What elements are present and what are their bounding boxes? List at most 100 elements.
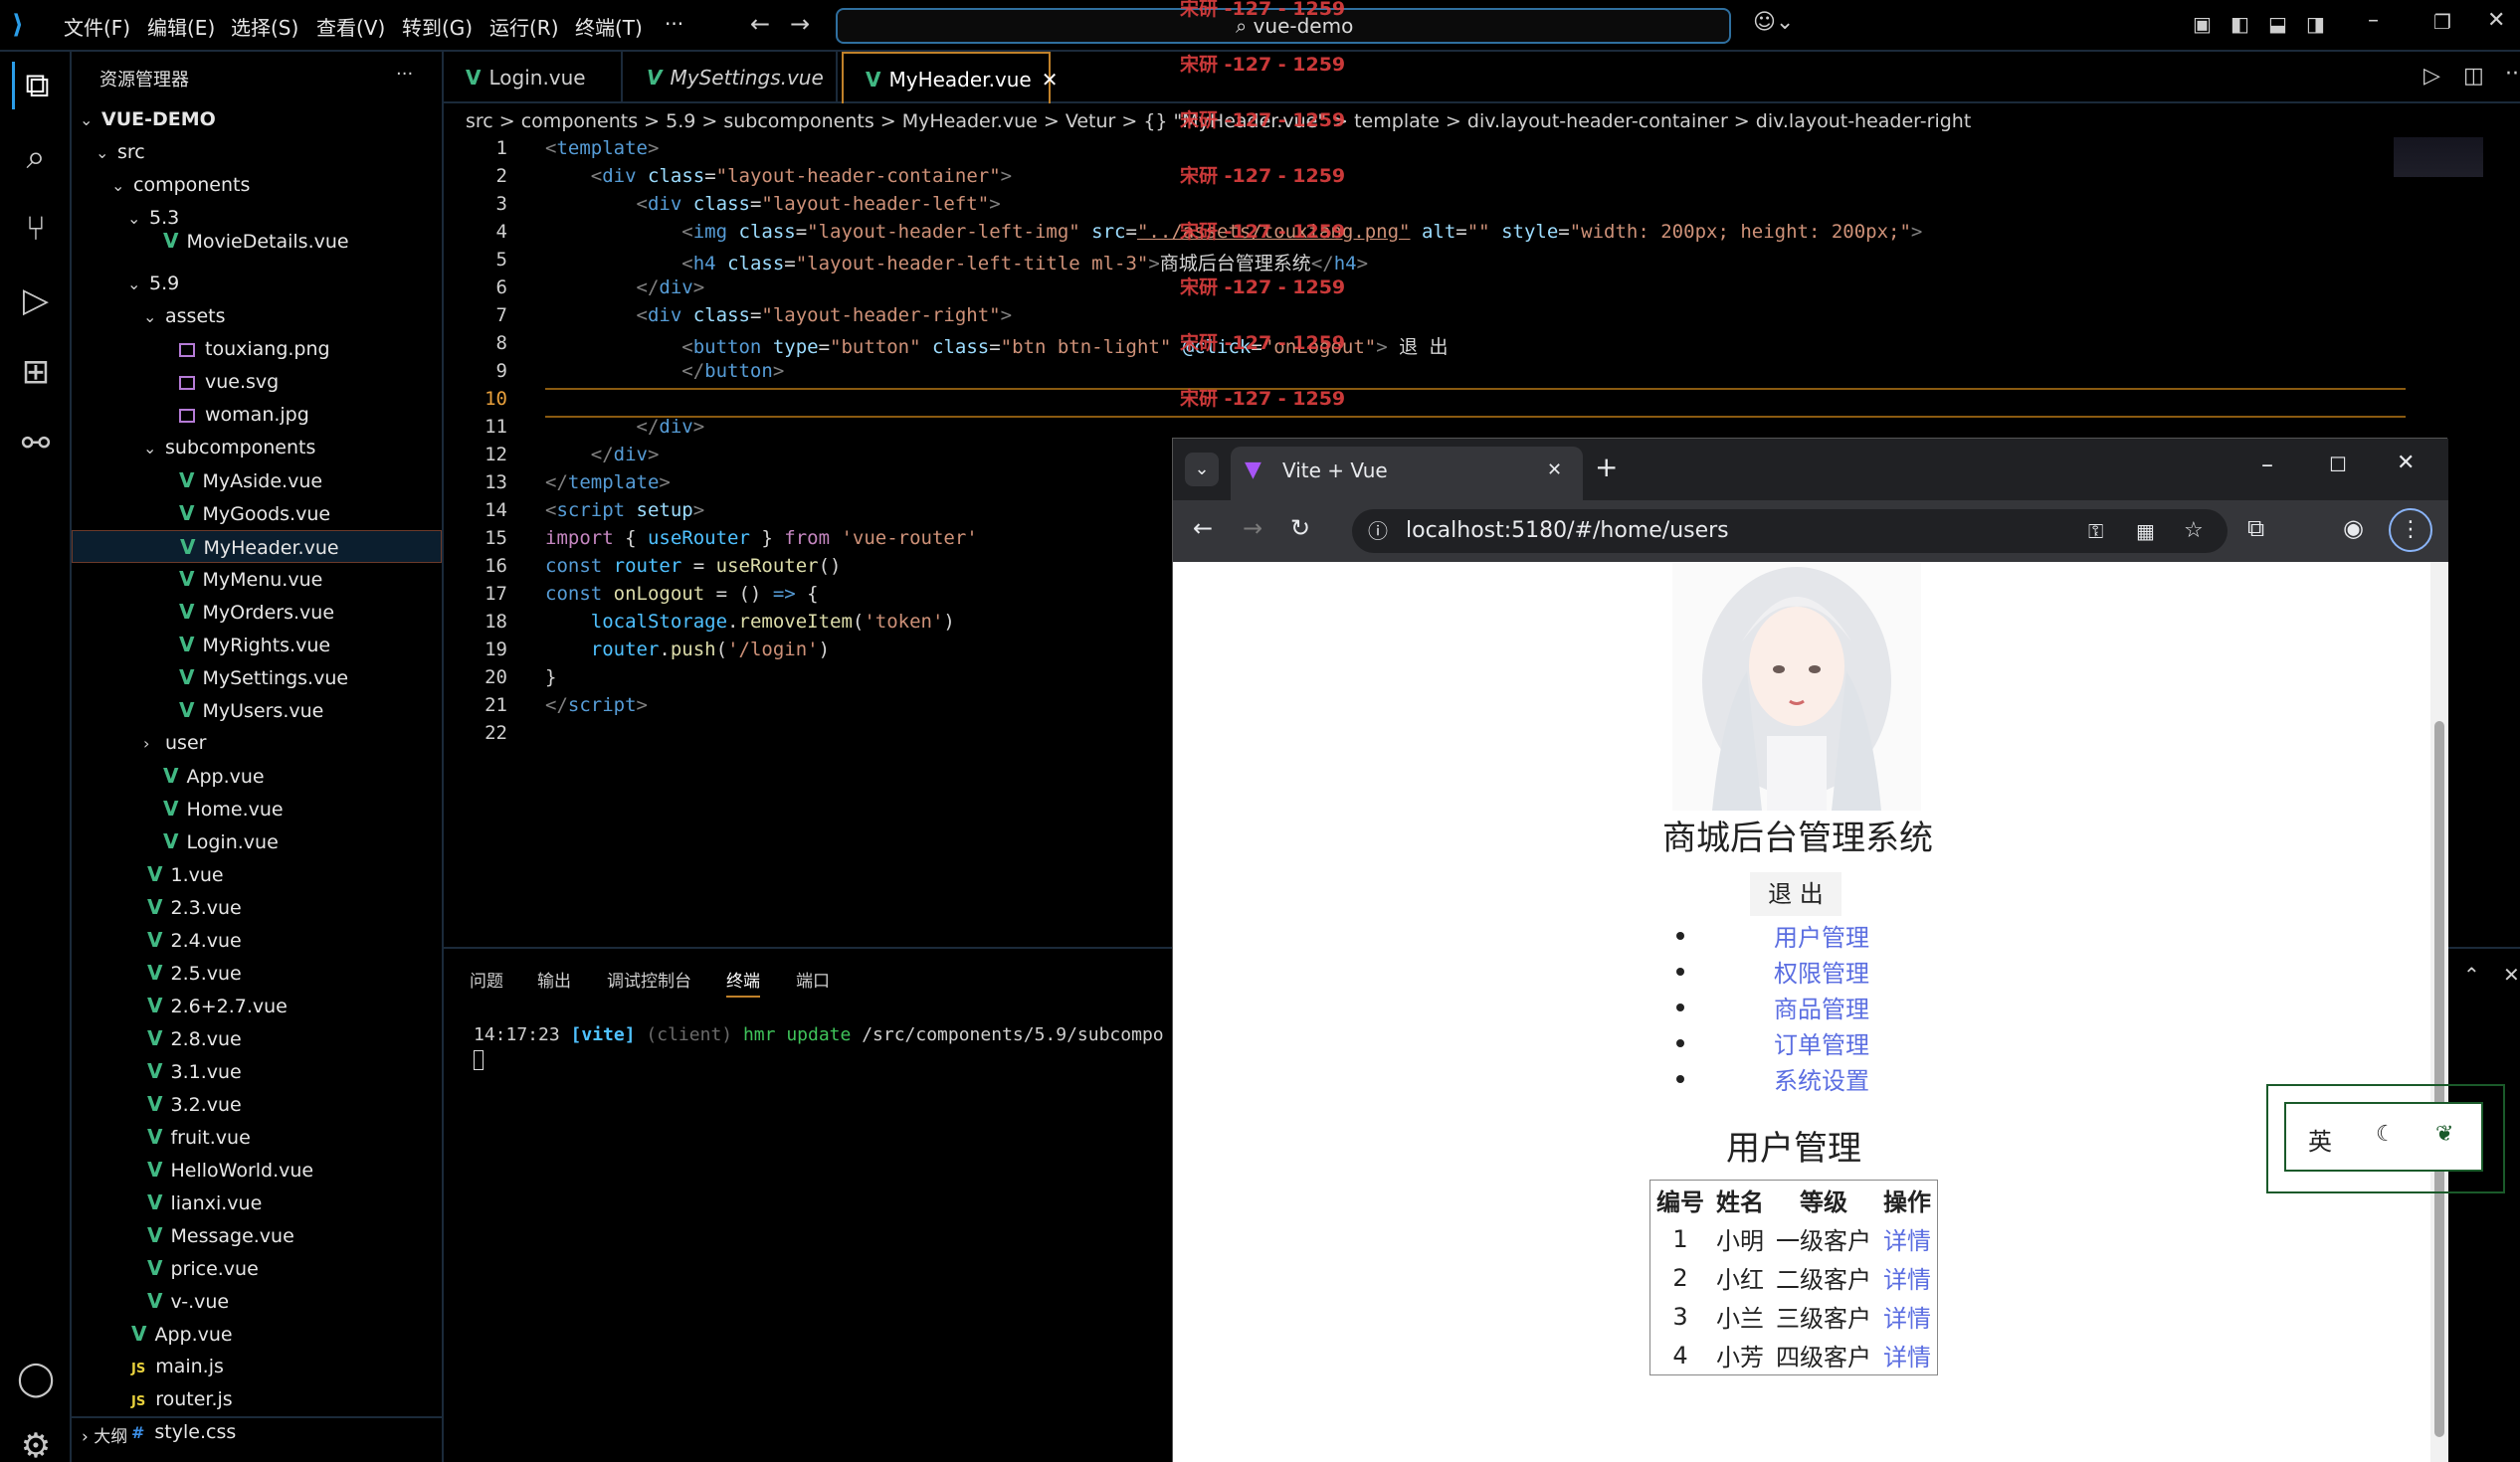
ime-language[interactable]: 英 [2308,1122,2332,1157]
tree-item[interactable]: Vfruit.vue [147,1121,442,1154]
tree-item[interactable]: V 2.3.vue [147,891,442,924]
panel-tab-problems[interactable]: 问题 [470,967,503,992]
close-panel-icon[interactable]: ✕ [2503,963,2520,987]
remote-icon[interactable]: ⚯ [12,420,60,467]
run-icon[interactable]: ▷ [2423,64,2440,89]
search-icon[interactable]: ⌕ [12,133,60,181]
tree-item[interactable]: V Home.vue [163,793,442,825]
tree-item[interactable]: V Login.vue [163,825,442,858]
panel-tab-terminal[interactable]: 终端 [726,967,760,998]
reload-icon[interactable]: ↻ [1290,514,1310,542]
toggle-sidebar-icon[interactable]: ◧ [2230,12,2249,36]
tree-item[interactable]: touxiang.png [179,333,442,366]
menu-edit[interactable]: 编辑(E) [147,12,215,41]
tree-item[interactable]: V 2.8.vue [147,1022,442,1055]
tab-myheader[interactable]: V MyHeader.vue ✕ [842,52,1059,103]
nav-link[interactable]: 商品管理 [1774,990,1869,1024]
tab-mysettings[interactable]: V MySettings.vue [625,52,838,103]
tree-item[interactable]: ⌄ 5.9 [127,268,442,300]
menu-selection[interactable]: 选择(S) [231,12,298,41]
browser-menu-icon[interactable]: ⋮ [2389,508,2432,552]
tree-item[interactable]: V MySettings.vue [179,661,442,694]
tree-item[interactable]: vue.svg [179,366,442,399]
copilot-icon[interactable]: ☺⌄ [1753,10,1794,35]
minimap[interactable] [2394,137,2483,177]
tree-item[interactable]: V MovieDetails.vue [163,225,442,258]
terminal-output[interactable]: 14:17:23 [vite] (client) hmr update /src… [474,1024,1164,1045]
extensions-icon[interactable]: ⊞ [12,348,60,396]
tree-item[interactable]: V Message.vue [147,1219,442,1252]
tree-item[interactable]: V 2.5.vue [147,957,442,990]
tree-item[interactable]: # style.css [131,1416,442,1449]
close-tab-icon[interactable]: ✕ [1042,68,1059,91]
editor-more-icon[interactable]: ··· [2505,62,2520,87]
nav-link[interactable]: 用户管理 [1774,918,1869,953]
tree-item[interactable]: JS main.js [131,1351,442,1383]
tree-item[interactable]: V MyOrders.vue [179,596,442,629]
back-icon[interactable]: ← [1193,514,1213,542]
tree-item[interactable]: V HelloWorld.vue [147,1154,442,1187]
extensions-icon[interactable]: ⧉ [2247,514,2264,542]
forward-icon[interactable]: → [1243,514,1262,542]
split-editor-icon[interactable]: ◫ [2463,64,2484,89]
site-info-icon[interactable]: ⓘ [1368,509,1388,553]
tree-item[interactable]: V 3.2.vue [147,1088,442,1121]
bookmark-star-icon[interactable]: ☆ [2184,509,2204,553]
tree-item[interactable]: JS router.js [131,1383,442,1416]
tree-item[interactable]: ⌄ subcomponents [143,432,442,464]
tree-item[interactable]: V 2.6+2.7.vue [147,990,442,1022]
panel-tab-ports[interactable]: 端口 [796,967,830,992]
tree-item[interactable]: ⌄ VUE-DEMO [80,103,442,136]
details-link[interactable]: 详情 [1877,1219,1938,1258]
toggle-panel-icon[interactable]: ⬓ [2268,12,2287,36]
tree-item[interactable]: V MyAside.vue [179,464,442,497]
minimize-icon[interactable]: – [2368,8,2379,33]
tree-item[interactable]: woman.jpg [179,399,442,432]
close-tab-icon[interactable]: ✕ [1547,447,1562,494]
explorer-more-button[interactable]: ··· [396,64,413,85]
menu-run[interactable]: 运行(R) [489,12,559,41]
ime-toolbar[interactable]: 英 ☾ ❦ [2266,1084,2505,1193]
toggle-secondary-sidebar-icon[interactable]: ◨ [2306,12,2325,36]
tree-item[interactable]: V MyMenu.vue [179,563,442,596]
nav-link[interactable]: 订单管理 [1774,1025,1869,1060]
new-tab-icon[interactable]: + [1595,451,1618,483]
logout-button[interactable]: 退 出 [1750,872,1842,916]
source-control-icon[interactable]: ⑂ [12,205,60,253]
details-link[interactable]: 详情 [1877,1297,1938,1336]
tree-item[interactable]: Vv-.vue [147,1285,442,1318]
panel-tab-output[interactable]: 输出 [537,967,571,992]
menu-go[interactable]: 转到(G) [402,12,473,41]
tab-search-icon[interactable]: ⌄ [1185,453,1219,486]
ime-skin-icon[interactable]: ❦ [2435,1122,2453,1147]
outline-section[interactable]: › 大纲 [82,1422,127,1447]
tree-item[interactable]: V MyGoods.vue [179,497,442,530]
close-icon[interactable]: ✕ [2397,451,2415,475]
nav-link[interactable]: 权限管理 [1774,954,1869,989]
run-debug-icon[interactable]: ▷ [12,276,60,324]
menu-file[interactable]: 文件(F) [64,12,130,41]
tree-item[interactable]: ⌄ components [111,169,442,202]
restore-icon[interactable]: ❐ [2433,10,2451,34]
forward-arrow-icon[interactable]: → [790,10,810,38]
back-arrow-icon[interactable]: ← [750,10,770,38]
tree-item[interactable]: V MyUsers.vue [179,694,442,727]
scrollbar-thumb[interactable] [2434,721,2444,1437]
tree-item[interactable]: › user [143,727,442,760]
profile-icon[interactable]: ◉ [2343,514,2364,542]
maximize-panel-icon[interactable]: ⌃ [2463,963,2480,987]
address-bar[interactable]: ⓘ localhost:5180/#/home/users ⚿ ▦ ☆ [1352,509,2228,553]
tree-item[interactable]: V MyRights.vue [179,629,442,661]
layout-customize-icon[interactable]: ▣ [2193,12,2212,36]
details-link[interactable]: 详情 [1877,1336,1938,1375]
tree-item[interactable]: V App.vue [131,1318,442,1351]
translate-icon[interactable]: ▦ [2136,509,2155,553]
tree-item[interactable]: V 1.vue [147,858,442,891]
tree-item[interactable]: V App.vue [163,760,442,793]
settings-gear-icon[interactable]: ⚙ [12,1422,60,1462]
moon-icon[interactable]: ☾ [2376,1122,2396,1147]
panel-tab-debug-console[interactable]: 调试控制台 [607,967,691,992]
tree-item[interactable]: V MyHeader.vue [72,530,442,563]
password-key-icon[interactable]: ⚿ [2088,509,2103,553]
minimize-icon[interactable]: – [2261,451,2273,478]
